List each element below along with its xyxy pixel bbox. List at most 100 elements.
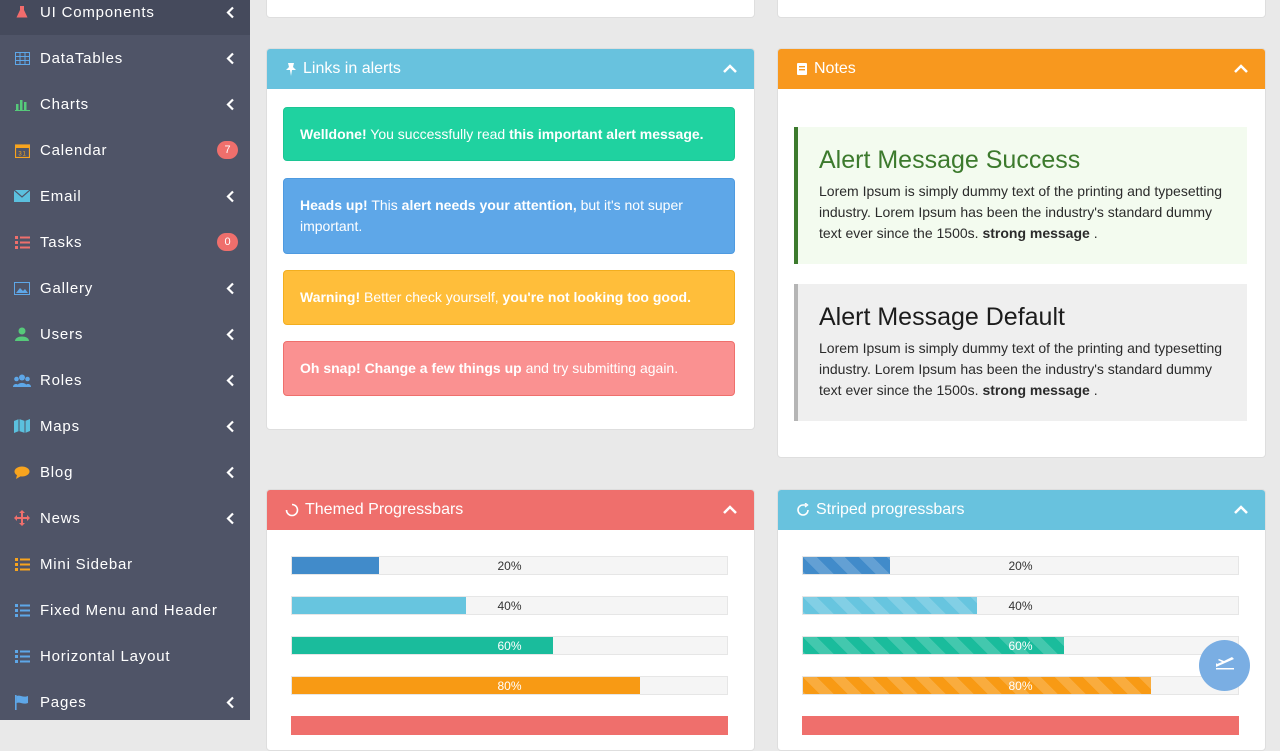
sidebar-item-ui-components[interactable]: UI Components <box>0 0 250 35</box>
count-badge: 7 <box>217 141 238 159</box>
alert-danger: Oh snap! Change a few things up and try … <box>283 341 735 396</box>
sidebar-item-horizontal-layout[interactable]: Horizontal Layout <box>0 633 250 679</box>
sidebar-item-datatables[interactable]: DataTables <box>0 35 250 81</box>
alert-link-text[interactable]: you're not looking too good. <box>503 289 691 305</box>
alert-link-text[interactable]: Oh snap! <box>300 360 361 376</box>
progress-label: 40% <box>497 598 522 613</box>
chevron-left-icon <box>224 6 236 19</box>
spinner-icon <box>285 503 299 517</box>
alert-info: Heads up! This alert needs your attentio… <box>283 178 735 254</box>
floating-action-button[interactable] <box>1199 640 1250 691</box>
chevron-left-icon <box>224 328 236 341</box>
calendar-icon: 31 <box>12 143 32 158</box>
count-badge: 0 <box>217 233 238 251</box>
alert-link-text[interactable]: Heads up! <box>300 197 368 213</box>
striped-progressbars-header: Striped progressbars <box>778 490 1265 530</box>
alert-link-text[interactable]: Warning! <box>300 289 360 305</box>
chevron-up-icon[interactable] <box>722 61 738 79</box>
alert-link-text[interactable]: alert needs your attention, <box>402 197 577 213</box>
alert-text-part: This <box>367 197 402 213</box>
striped-progressbars-panel: Striped progressbars 20% 40% 60% 80% <box>777 489 1266 751</box>
chevron-up-icon[interactable] <box>722 502 738 520</box>
pin-icon <box>285 62 297 77</box>
notes-title: Notes <box>814 60 856 77</box>
sidebar-item-gallery[interactable]: Gallery <box>0 265 250 311</box>
notes-panel: Notes Alert Message Success Lorem Ipsum i… <box>777 48 1266 458</box>
progress-bar: 60% <box>802 636 1239 655</box>
sidebar-item-label: Mini Sidebar <box>40 555 133 573</box>
user-icon <box>12 327 32 341</box>
progress-bar: 80% <box>291 676 728 695</box>
sidebar-item-email[interactable]: Email <box>0 173 250 219</box>
sidebar-item-label: Blog <box>40 463 74 481</box>
chevron-up-icon[interactable] <box>1233 61 1249 79</box>
alert-success: Welldone! You successfully read this imp… <box>283 107 735 161</box>
striped-progressbars-title: Striped progressbars <box>816 501 965 518</box>
sidebar-item-pages[interactable]: Pages <box>0 679 250 720</box>
progress-label: 20% <box>1008 558 1033 573</box>
chevron-up-icon[interactable] <box>1233 502 1249 520</box>
bar-chart-icon <box>12 98 32 111</box>
list-icon <box>12 557 32 571</box>
sidebar-item-users[interactable]: Users <box>0 311 250 357</box>
alert-warning: Warning! Better check yourself, you're n… <box>283 270 735 325</box>
sidebar-item-blog[interactable]: Blog <box>0 449 250 495</box>
sidebar-item-label: Charts <box>40 95 89 113</box>
sidebar-item-mini-sidebar[interactable]: Mini Sidebar <box>0 541 250 587</box>
progress-bar: 40% <box>291 596 728 615</box>
alert-link-text[interactable]: this important alert message. <box>509 126 704 142</box>
note-strong-text: strong message <box>982 225 1090 241</box>
progress-bar <box>291 716 728 735</box>
alert-link-text[interactable]: Change a few things up <box>365 360 522 376</box>
sidebar-item-label: Users <box>40 325 84 343</box>
sidebar-item-tasks[interactable]: Tasks 0 <box>0 219 250 265</box>
chevron-left-icon <box>224 52 236 65</box>
chevron-left-icon <box>224 282 236 295</box>
progress-bar <box>802 716 1239 735</box>
sidebar-item-calendar[interactable]: 31 Calendar 7 <box>0 127 250 173</box>
notes-header: Notes <box>778 49 1265 89</box>
chevron-left-icon <box>224 190 236 203</box>
note-tail: . <box>1089 225 1098 241</box>
list-icon <box>12 235 32 249</box>
alert-text-part: You successfully read <box>366 125 510 142</box>
image-icon <box>12 281 32 295</box>
sidebar-item-label: Roles <box>40 371 83 389</box>
plane-icon <box>1215 656 1235 675</box>
list-icon <box>12 603 32 617</box>
sidebar-item-news[interactable]: News <box>0 495 250 541</box>
notebook-icon <box>796 62 808 76</box>
alert-link-text[interactable]: Welldone! <box>300 126 367 142</box>
sidebar-item-label: Calendar <box>40 141 108 159</box>
note-default: Alert Message Default Lorem Ipsum is simp… <box>794 284 1247 421</box>
sidebar-item-charts[interactable]: Charts <box>0 81 250 127</box>
chevron-left-icon <box>224 420 236 433</box>
envelope-icon <box>12 190 32 202</box>
refresh-icon <box>796 503 810 517</box>
sidebar-item-label: UI Components <box>40 3 155 21</box>
chevron-left-icon <box>224 98 236 111</box>
links-in-alerts-title: Links in alerts <box>303 60 401 77</box>
progress-label: 20% <box>497 558 522 573</box>
themed-progressbars-header: Themed Progressbars <box>267 490 754 530</box>
note-success: Alert Message Success Lorem Ipsum is simp… <box>794 127 1247 264</box>
note-heading: Alert Message Success <box>819 146 1081 174</box>
note-tail: . <box>1089 382 1098 398</box>
sidebar-item-fixed-menu-and-header[interactable]: Fixed Menu and Header <box>0 587 250 633</box>
links-in-alerts-panel: Links in alerts Welldone! You successful… <box>266 48 755 430</box>
progress-bar: 20% <box>291 556 728 575</box>
note-body: Lorem Ipsum is simply dummy text of the … <box>819 181 1227 244</box>
sidebar-item-roles[interactable]: Roles <box>0 357 250 403</box>
progress-label: 80% <box>497 678 522 693</box>
note-strong-text: strong message <box>982 382 1090 398</box>
sidebar-item-maps[interactable]: Maps <box>0 403 250 449</box>
sidebar-item-label: News <box>40 509 81 527</box>
alert-text: Heads up! This alert needs your attentio… <box>300 195 718 237</box>
alert-text: Warning! Better check yourself, you're n… <box>300 287 691 308</box>
progress-bar: 60% <box>291 636 728 655</box>
alert-text: Oh snap! Change a few things up and try … <box>300 358 678 379</box>
progress-label: 60% <box>1008 638 1033 653</box>
progress-bar: 40% <box>802 596 1239 615</box>
chevron-left-icon <box>224 512 236 525</box>
sidebar-item-label: Gallery <box>40 279 94 297</box>
